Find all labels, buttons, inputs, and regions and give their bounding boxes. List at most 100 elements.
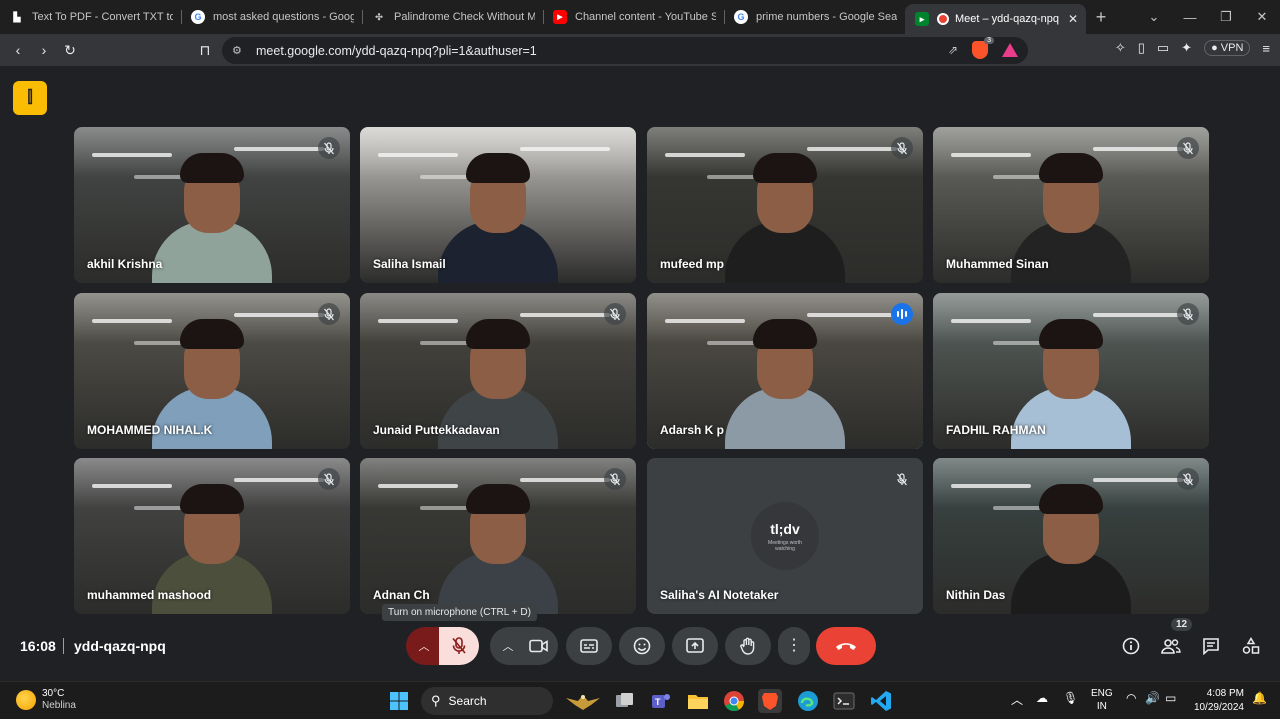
teams-icon[interactable]: T (649, 689, 673, 713)
present-icon (686, 638, 704, 653)
meeting-details-button[interactable] (1119, 634, 1143, 658)
bookmark-icon[interactable]: ⊓ (192, 42, 218, 59)
microphone-in-use-icon[interactable]: 🎙 (1063, 691, 1078, 705)
participant-tile[interactable]: tl;dv Meetings worth watching Saliha's AI … (647, 458, 923, 614)
file-explorer-icon[interactable] (686, 689, 710, 713)
leave-call-button[interactable] (816, 627, 876, 665)
language-code: ENG (1091, 688, 1113, 699)
participant-name: Nithin Das (946, 588, 1006, 602)
share-icon[interactable]: ⇗ (948, 43, 958, 57)
people-button[interactable] (1159, 634, 1183, 658)
google-icon: G (191, 10, 205, 24)
site-info-icon[interactable]: ⚙ (232, 44, 246, 57)
participant-name: Saliha Ismail (373, 257, 446, 271)
task-view-icon[interactable] (613, 689, 637, 713)
participant-name: muhammed mashood (87, 588, 212, 602)
brave-taskbar-icon[interactable] (758, 689, 782, 713)
system-clock[interactable]: 4:08 PM 10/29/2024 (1194, 687, 1244, 715)
participant-silhouette (1001, 484, 1141, 614)
activities-icon (1242, 637, 1260, 654)
tab-label: Channel content - YouTube Studio (575, 11, 716, 23)
edge-icon[interactable] (796, 689, 820, 713)
sidebar-icon[interactable]: ▯ (1138, 40, 1145, 56)
microphone-button[interactable] (439, 627, 479, 665)
close-window-icon[interactable]: ✕ (1244, 9, 1280, 25)
tab-most-asked-questions[interactable]: G most asked questions - Google (181, 0, 362, 34)
search-label: Search (448, 694, 487, 708)
extensions-icon[interactable]: ✧ (1115, 40, 1126, 56)
participant-tile[interactable]: Muhammed Sinan (933, 127, 1209, 283)
tab-meet[interactable]: ▸ Meet – ydd-qazq-npq ✕ (905, 4, 1086, 34)
address-bar[interactable]: ⚙ meet.google.com/ydd-qazq-npq?pli=1&aut… (222, 37, 1028, 64)
audio-settings-chevron[interactable]: ︿ (406, 627, 442, 665)
weather-sun-icon (16, 690, 36, 710)
chrome-icon[interactable] (722, 689, 746, 713)
tab-prime-numbers[interactable]: G prime numbers - Google Search (724, 0, 905, 34)
participant-tile[interactable]: Junaid Puttekkadavan (360, 293, 636, 449)
captions-button[interactable] (566, 627, 612, 665)
taskbar-search[interactable]: ⚲ Search (421, 687, 553, 715)
minimize-icon[interactable]: — (1172, 10, 1208, 25)
participant-tile[interactable]: akhil Krishna (74, 127, 350, 283)
forward-icon[interactable]: › (31, 42, 57, 58)
participant-name: Junaid Puttekkadavan (373, 423, 500, 437)
new-tab-button[interactable]: + (1086, 7, 1116, 28)
notification-bell-icon[interactable]: 🔔 (1252, 691, 1267, 705)
present-screen-button[interactable] (672, 627, 718, 665)
browser-toolbar: ‹ › ↻ ⊓ ⚙ meet.google.com/ydd-qazq-npq?p… (0, 34, 1280, 66)
participant-tile[interactable]: mufeed mp (647, 127, 923, 283)
tldv-tagline: Meetings worth watching (768, 539, 802, 552)
chevron-up-icon: ︿ (418, 641, 430, 653)
raise-hand-button[interactable] (725, 627, 771, 665)
participant-silhouette (428, 484, 568, 614)
language-indicator[interactable]: ENG IN (1091, 687, 1113, 713)
weather-temperature: 30°C (42, 688, 65, 699)
activities-button[interactable] (1239, 634, 1263, 658)
search-highlight-eagle-icon[interactable] (563, 689, 603, 713)
participant-tile[interactable]: Nithin Das (933, 458, 1209, 614)
close-tab-icon[interactable]: ✕ (1068, 12, 1078, 26)
restore-icon[interactable]: ❐ (1208, 9, 1244, 25)
volume-icon[interactable]: 🔊 (1145, 691, 1160, 705)
brave-rewards-icon[interactable] (1002, 43, 1018, 57)
back-icon[interactable]: ‹ (5, 42, 31, 58)
participant-tile[interactable]: Adnan Ch (360, 458, 636, 614)
participant-name: Adnan Ch (373, 588, 430, 602)
tab-search-icon[interactable]: ⌄ (1136, 9, 1172, 25)
leo-ai-icon[interactable]: ✦ (1181, 40, 1192, 56)
participant-tile[interactable]: Saliha Ismail (360, 127, 636, 283)
menu-icon[interactable]: ≡ (1262, 41, 1270, 56)
battery-icon[interactable]: ▭ (1165, 691, 1176, 705)
cloud-off-icon[interactable]: ☁ (1036, 691, 1048, 705)
chat-button[interactable] (1199, 634, 1223, 658)
windows-taskbar: 30°C Neblina ⚲ Search T ︿ ☁ 🎙 ENG IN ◠ 🔊… (0, 681, 1280, 719)
camera-button[interactable] (520, 627, 558, 665)
url-text: meet.google.com/ydd-qazq-npq?pli=1&authu… (256, 43, 537, 58)
participant-tile[interactable]: muhammed mashood (74, 458, 350, 614)
reactions-button[interactable] (619, 627, 665, 665)
terminal-icon[interactable] (832, 689, 856, 713)
windows-logo-icon (390, 692, 408, 710)
participant-tile[interactable]: Adarsh K p (647, 293, 923, 449)
mic-off-icon (1177, 468, 1199, 490)
vscode-icon[interactable] (869, 689, 893, 713)
search-icon: ⚲ (431, 693, 441, 708)
brave-shields-icon[interactable]: 3 (972, 37, 994, 59)
weather-widget[interactable]: 30°C Neblina (16, 688, 76, 712)
start-button[interactable] (387, 689, 411, 713)
wallet-icon[interactable]: ▭ (1157, 40, 1169, 56)
vpn-button[interactable]: ● VPN (1204, 40, 1251, 56)
participant-tile[interactable]: FADHIL RAHMAN (933, 293, 1209, 449)
tab-text-to-pdf[interactable]: ▙ Text To PDF - Convert TXT to PDF (0, 0, 181, 34)
wifi-icon[interactable]: ◠ (1126, 691, 1136, 705)
tab-youtube-studio[interactable]: ▶ Channel content - YouTube Studio (543, 0, 724, 34)
meet-stage: ⫿ akhil Krishna Saliha Ismail mufeed mp Muh… (0, 66, 1280, 681)
chevron-up-icon[interactable]: ︿ (1011, 691, 1023, 708)
tab-label: Text To PDF - Convert TXT to PDF (32, 11, 173, 23)
companion-mode-icon[interactable]: ⫿ (13, 81, 47, 115)
participant-tile[interactable]: MOHAMMED NIHAL.K (74, 293, 350, 449)
participant-silhouette (715, 319, 855, 449)
tab-palindrome[interactable]: ✣ Palindrome Check Without Methods (362, 0, 543, 34)
more-options-button[interactable]: ⋮ (778, 627, 810, 665)
reload-icon[interactable]: ↻ (57, 42, 83, 59)
